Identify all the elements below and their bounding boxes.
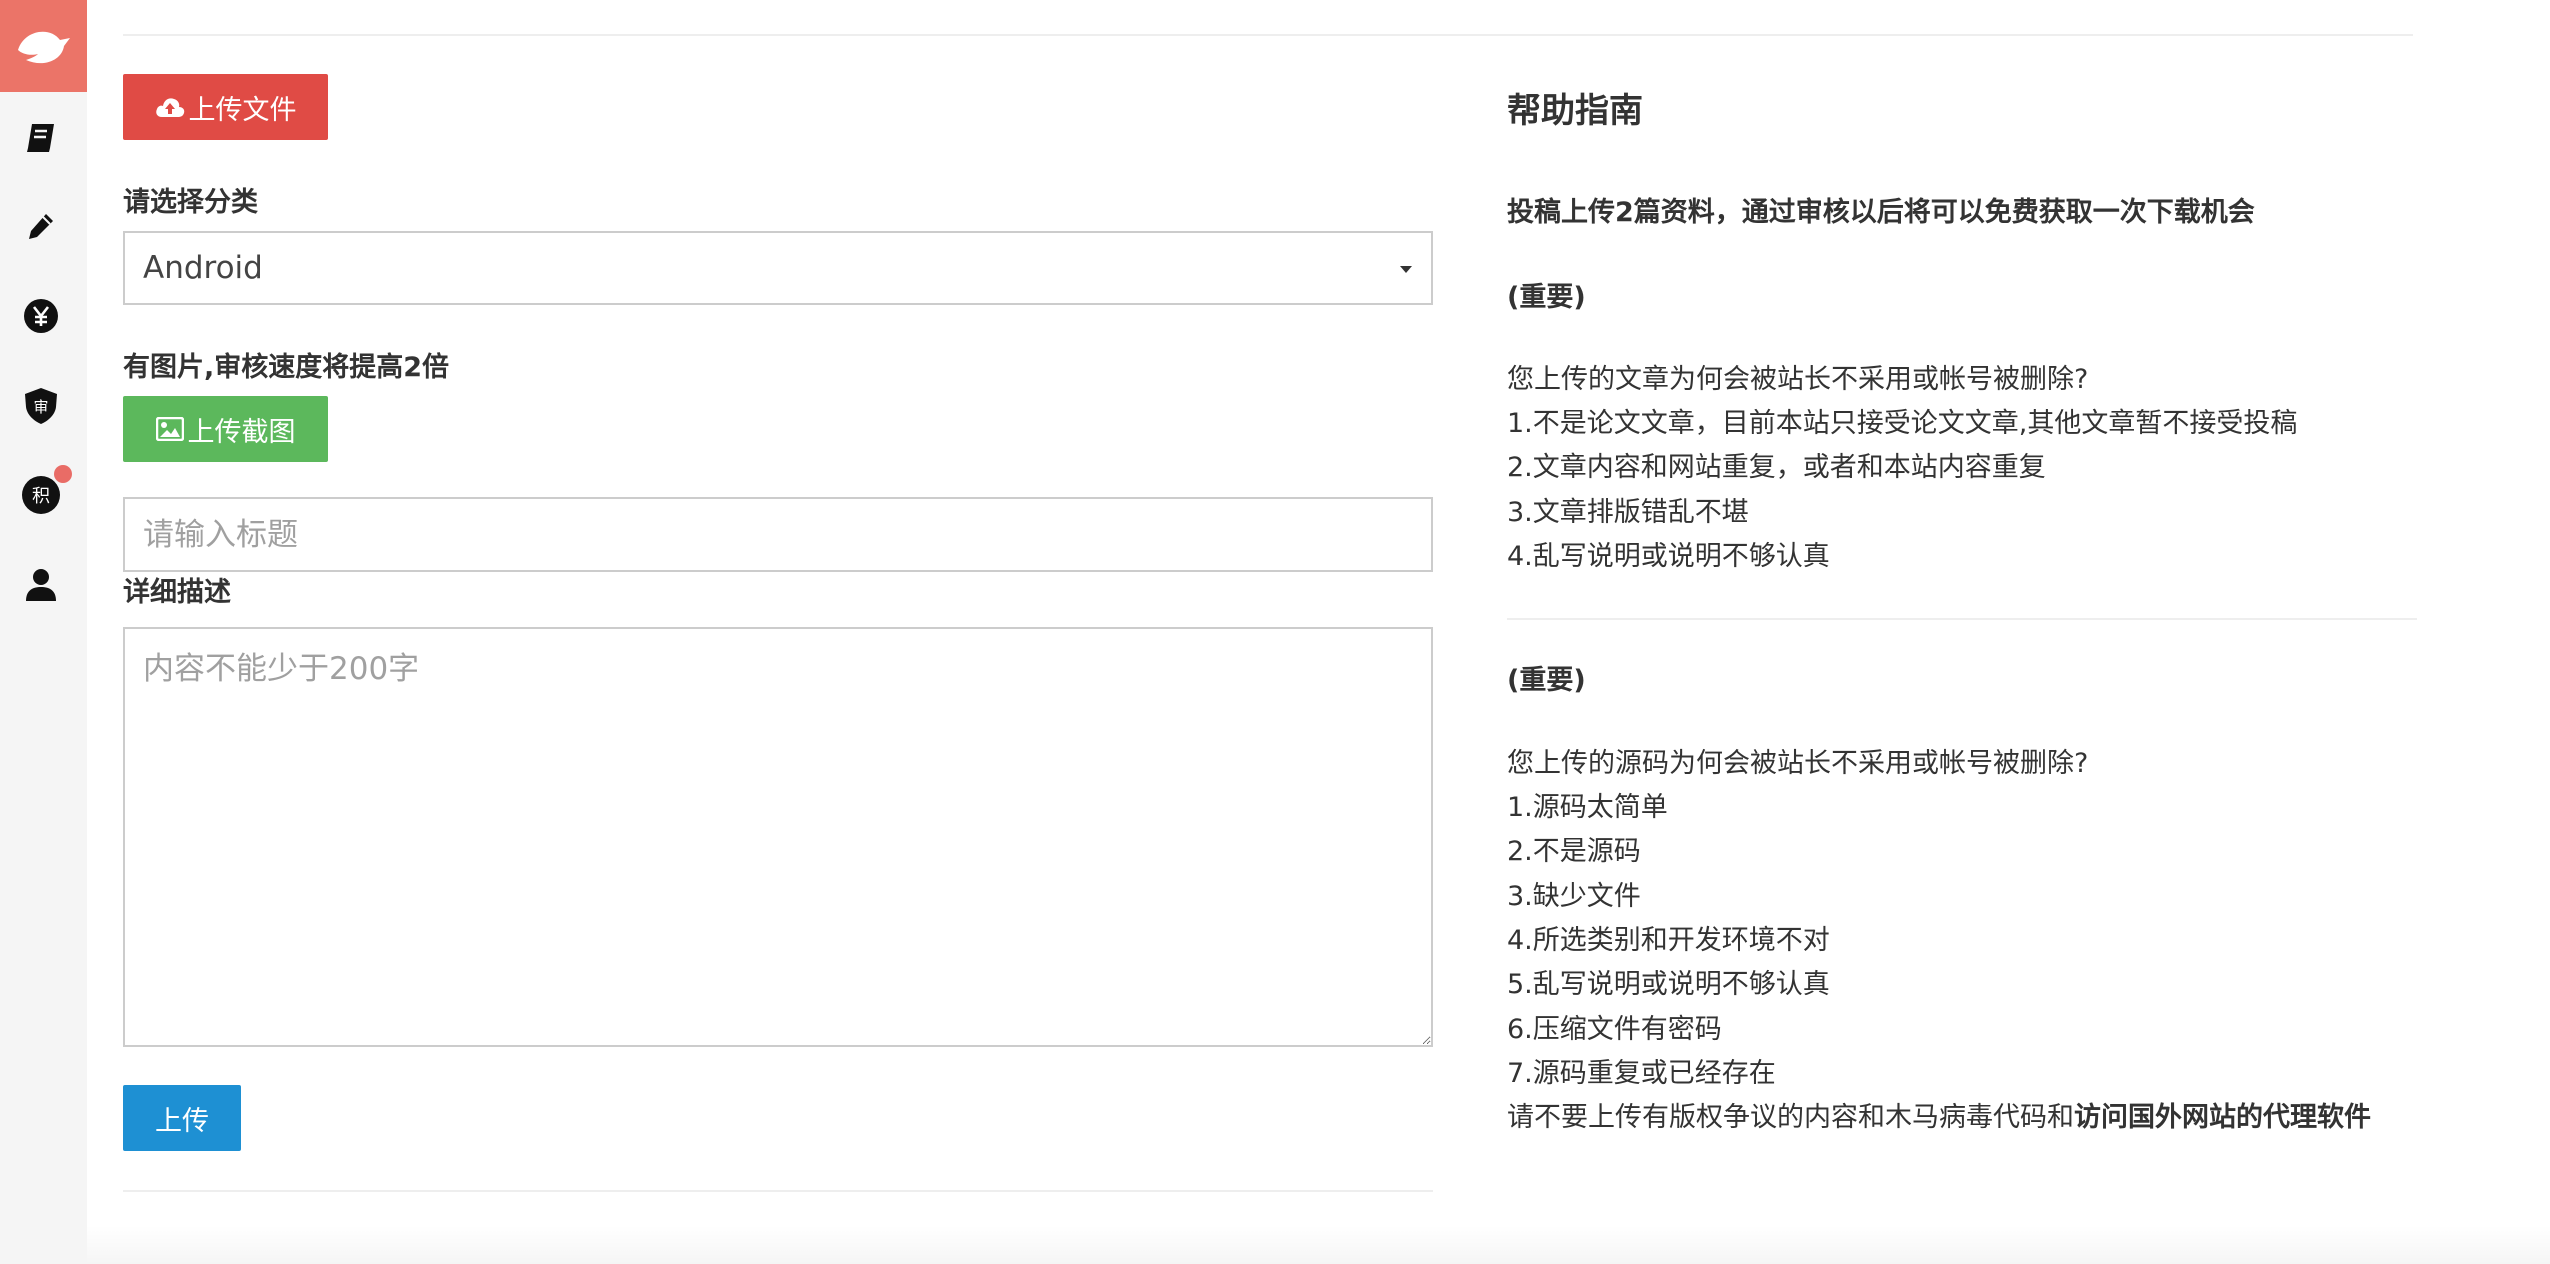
- sidebar-item-profile[interactable]: [17, 561, 65, 609]
- upload-file-button[interactable]: 上传文件: [123, 74, 328, 140]
- yen-icon: [24, 299, 58, 333]
- section1-item: 1.不是论文文章，目前本站只接受论文文章,其他文章暂不接受投稿: [1507, 408, 2298, 439]
- section2-item: 7.源码重复或已经存在: [1507, 1058, 1776, 1089]
- cloud-upload-icon: [155, 98, 184, 117]
- bird-logo-icon: [18, 31, 70, 64]
- upload-file-label: 上传文件: [188, 94, 297, 126]
- upload-screenshot-label: 上传截图: [187, 416, 296, 448]
- book-icon: [27, 124, 54, 152]
- points-icon-label: 积: [32, 486, 50, 507]
- points-icon: 积: [22, 476, 60, 514]
- sidebar-item-write[interactable]: [17, 202, 65, 250]
- sidebar-item-review[interactable]: 审: [17, 382, 65, 430]
- category-label: 请选择分类: [123, 187, 258, 218]
- section1-item: 2.文章内容和网站重复，或者和本站内容重复: [1507, 452, 2046, 483]
- section2-item: 4.所选类别和开发环境不对: [1507, 925, 1830, 956]
- pencil-icon: [29, 214, 53, 239]
- logo[interactable]: [0, 0, 87, 92]
- top-divider: [123, 34, 2413, 36]
- sidebar-item-points[interactable]: 积: [17, 465, 72, 519]
- section2-item: 1.源码太简单: [1507, 792, 1668, 823]
- submit-button[interactable]: 上传: [123, 1085, 241, 1151]
- section1-item: 4.乱写说明或说明不够认真: [1507, 541, 1830, 572]
- submit-label: 上传: [155, 1105, 209, 1137]
- user-icon: [26, 569, 56, 601]
- section2-item: 5.乱写说明或说明不够认真: [1507, 969, 1830, 1000]
- sidebar-item-articles[interactable]: [17, 113, 65, 161]
- upload-screenshot-button[interactable]: 上传截图: [123, 396, 328, 462]
- page-bottom-shadow: [87, 1225, 2550, 1264]
- description-label: 详细描述: [123, 577, 231, 608]
- section2-item: 6.压缩文件有密码: [1507, 1014, 1722, 1045]
- category-select[interactable]: Android: [123, 231, 1433, 305]
- warning-bold-text: 访问国外网站的代理软件: [2074, 1102, 2371, 1133]
- section2-warning: 请不要上传有版权争议的内容和木马病毒代码和访问国外网站的代理软件: [1507, 1095, 2371, 1134]
- help-title: 帮助指南: [1507, 91, 1643, 131]
- category-selected-value: Android: [143, 250, 263, 286]
- sidebar: 审 积: [0, 0, 87, 1264]
- section1-important: (重要): [1507, 282, 1586, 313]
- help-intro: 投稿上传2篇资料，通过审核以后将可以免费获取一次下载机会: [1507, 197, 2255, 228]
- notification-badge: [54, 465, 72, 483]
- section1-question: 您上传的文章为何会被站长不采用或帐号被删除?: [1507, 364, 2089, 395]
- review-icon-label: 审: [33, 398, 48, 416]
- warning-text: 请不要上传有版权争议的内容和木马病毒代码和: [1507, 1102, 2074, 1133]
- description-textarea[interactable]: [123, 627, 1433, 1047]
- title-input[interactable]: [123, 497, 1433, 572]
- image-hint-label: 有图片,审核速度将提高2倍: [123, 352, 450, 383]
- form-bottom-divider: [123, 1190, 1433, 1192]
- section2-important: (重要): [1507, 665, 1586, 696]
- image-icon: [155, 417, 184, 441]
- shield-icon: 审: [25, 388, 57, 424]
- sidebar-item-payment[interactable]: [17, 292, 65, 340]
- section2-item: 3.缺少文件: [1507, 881, 1641, 912]
- help-divider: [1507, 618, 2417, 620]
- section2-question: 您上传的源码为何会被站长不采用或帐号被删除?: [1507, 748, 2089, 779]
- section1-item: 3.文章排版错乱不堪: [1507, 497, 1749, 528]
- chevron-down-icon: [1400, 266, 1412, 273]
- section2-item: 2.不是源码: [1507, 836, 1641, 867]
